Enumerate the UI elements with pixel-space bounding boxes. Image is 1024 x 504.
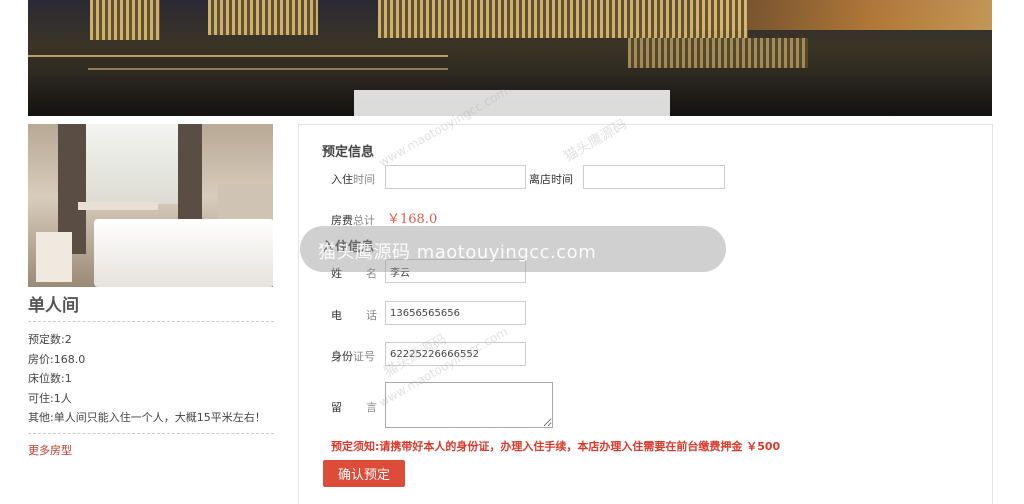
checkin-label: 入住时间 [331, 173, 375, 186]
room-other: 其他:单人间只能入住一个人，大概15平米左右！ [28, 411, 266, 424]
room-summary: 单人间 预定数:2 房价:168.0 床位数:1 可住:1人 其他:单人间只能入… [28, 124, 274, 458]
room-capacity: 可住:1人 [28, 391, 72, 405]
confirm-booking-button[interactable]: 确认预定 [323, 460, 405, 487]
booking-section-title: 预定信息 [322, 145, 375, 160]
phone-label: 电话 [331, 309, 377, 322]
remark-textarea[interactable] [385, 382, 553, 428]
phone-input[interactable] [385, 301, 526, 325]
checkout-label: 离店时间 [529, 173, 573, 186]
room-price: 房价:168.0 [28, 352, 86, 366]
checkin-date-input[interactable] [385, 165, 526, 189]
checkout-date-input[interactable] [583, 165, 725, 189]
remark-label: 留言 [331, 401, 377, 414]
room-bed-count: 床位数:1 [28, 372, 72, 385]
id-number-input[interactable] [385, 342, 526, 366]
booking-notice: 预定须知:请携带好本人的身份证，办理入住手续，本店办理入住需要在前台缴费押金 ￥… [331, 440, 781, 453]
room-booked-count: 预定数:2 [28, 333, 72, 346]
room-name: 单人间 [28, 291, 274, 322]
room-details: 预定数:2 房价:168.0 床位数:1 可住:1人 其他:单人间只能入住一个人… [28, 330, 274, 458]
id-number-label: 身份证号 [331, 350, 375, 363]
divider [28, 428, 274, 434]
watermark-text: 猫头鹰源码 maotouyingcc.com [318, 242, 597, 263]
hotel-banner-image [28, 0, 992, 116]
more-room-types-link[interactable]: 更多房型 [28, 444, 72, 457]
room-photo [28, 124, 273, 287]
total-price: ￥168.0 [387, 212, 438, 227]
booking-form-panel: 预定信息 入住时间 离店时间 房费总计 ￥168.0 入住信息 姓名 电话 身份… [298, 124, 993, 504]
